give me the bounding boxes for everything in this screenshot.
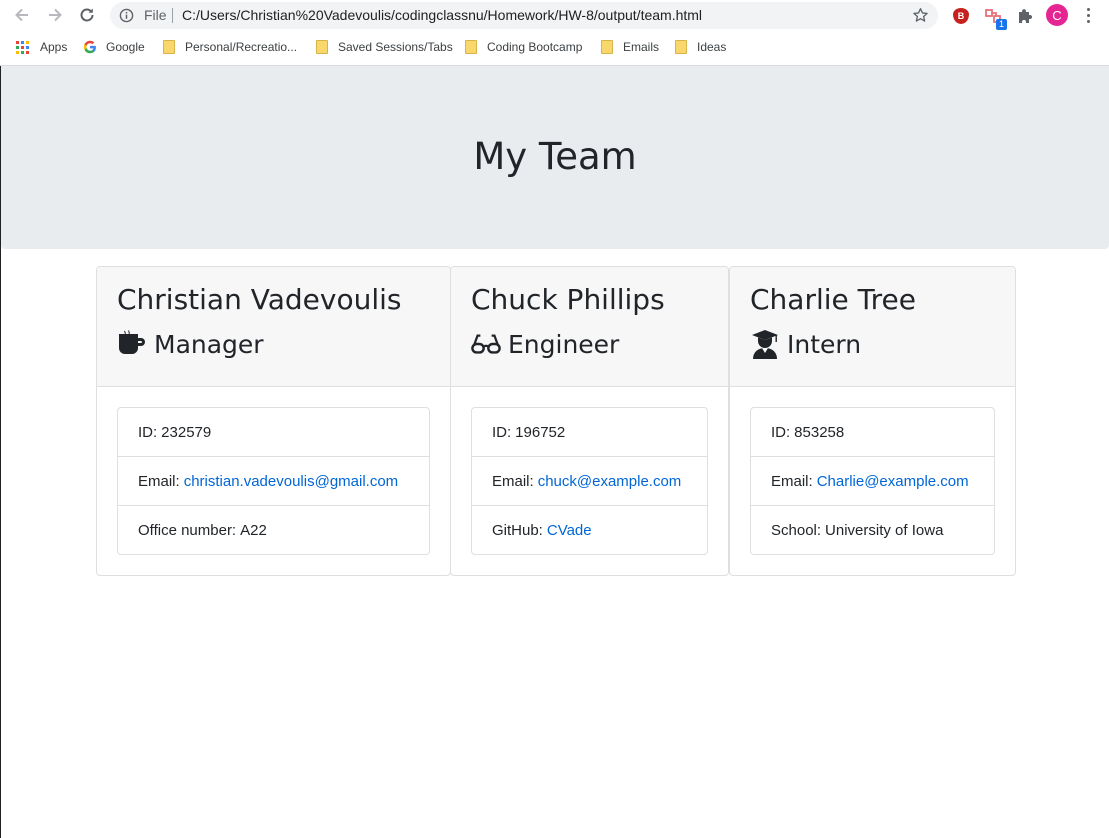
email-label: Email: [138,472,180,490]
employee-name: Chuck Phillips [471,283,665,316]
forward-arrow-icon [49,8,62,22]
bookmark-personal-recreation[interactable]: Personal/Recreatio... [163,38,297,56]
bookmarks-bar: Apps Google Personal/Recreatio... Saved … [0,34,1109,60]
bookmark-label: Personal/Recreatio... [185,40,298,54]
role-label: Intern [787,329,862,359]
email-link[interactable]: christian.vadevoulis@gmail.com [184,473,398,490]
list-item-id: ID: 853258 [751,408,994,457]
card-header: Charlie Tree Intern [730,267,1015,387]
puzzle-icon [1019,9,1033,23]
list-item-email: Email: chuck@example.com [472,457,707,506]
browser-toolbar: File C:/Users/Christian%20Vadevoulis/cod… [0,0,1109,31]
bookmark-apps[interactable]: Apps [16,38,67,56]
email-label: Email: [492,472,534,490]
bitwarden-shield-icon: B [953,8,969,24]
email-label: Email: [771,472,813,490]
list-item-id: ID: 232579 [118,408,429,457]
employee-card-engineer: Chuck Phillips Engineer ID: 196752 Email… [450,266,729,576]
employee-role: Intern [750,326,1015,362]
employee-role: Manager [117,326,450,362]
email-link[interactable]: Charlie@example.com [817,473,969,490]
extensions-menu-button[interactable] [1015,6,1035,26]
url-text[interactable]: C:/Users/Christian%20Vadevoulis/codingcl… [182,7,702,23]
omnibox-divider [172,8,173,23]
profile-avatar[interactable]: C [1046,4,1068,26]
id-label: ID: [492,423,512,441]
reload-button[interactable] [76,4,98,26]
google-icon [83,40,96,54]
bookmark-label: Saved Sessions/Tabs [338,40,453,54]
folder-icon [465,40,477,54]
id-label: ID: [138,423,158,441]
browser-menu-icon[interactable] [1080,5,1096,25]
employee-role: Engineer [471,326,728,362]
office-number-value: A22 [240,521,267,539]
list-item-school: School: University of Iowa [751,506,994,554]
bookmark-label: Google [106,40,145,54]
list-item-email: Email: christian.vadevoulis@gmail.com [118,457,429,506]
page-title: My Team [473,135,637,178]
address-bar[interactable]: File C:/Users/Christian%20Vadevoulis/cod… [110,2,938,29]
folder-icon [316,40,328,54]
role-label: Engineer [508,329,620,359]
role-label: Manager [154,329,264,359]
employee-details-list: ID: 853258 Email: Charlie@example.com Sc… [750,407,995,555]
forward-button[interactable] [44,4,66,26]
glasses-icon [471,329,501,359]
graduate-icon [750,329,780,359]
bookmark-coding-bootcamp[interactable]: Coding Bootcamp [465,38,582,56]
mug-icon [117,329,147,359]
bookmark-saved-sessions[interactable]: Saved Sessions/Tabs [316,38,453,56]
card-header: Chuck Phillips Engineer [451,267,728,387]
school-value: University of Iowa [825,521,944,539]
bookmark-label: Ideas [697,40,727,54]
bookmark-label: Emails [623,40,660,54]
url-scheme-label: File [144,7,167,23]
folder-icon [601,40,613,54]
id-value: 232579 [161,423,212,441]
reload-icon [80,8,94,22]
school-label: School: [771,521,822,539]
bookmark-star-icon[interactable] [912,7,929,24]
list-item-github: GitHub: CVade [472,506,707,554]
office-number-label: Office number: [138,521,237,539]
employee-name: Christian Vadevoulis [117,283,402,316]
folder-icon [675,40,687,54]
list-item-id: ID: 196752 [472,408,707,457]
list-item-office-number: Office number: A22 [118,506,429,554]
employee-card-intern: Charlie Tree Intern ID: 853258 Email: Ch… [729,266,1016,576]
info-icon[interactable] [119,8,134,23]
card-header: Christian Vadevoulis Manager [97,267,450,387]
id-label: ID: [771,423,791,441]
list-item-email: Email: Charlie@example.com [751,457,994,506]
employee-card-manager: Christian Vadevoulis Manager ID: 232579 … [96,266,451,576]
employee-details-list: ID: 196752 Email: chuck@example.com GitH… [471,407,708,555]
back-arrow-icon [15,8,28,22]
id-value: 196752 [515,423,566,441]
extension-badge: 1 [995,19,1007,30]
bitwarden-extension[interactable]: B [951,6,971,26]
github-label: GitHub: [492,521,543,539]
extension-with-badge[interactable]: 1 [984,6,1007,30]
email-link[interactable]: chuck@example.com [538,473,682,490]
bookmark-label: Coding Bootcamp [487,40,583,54]
folder-icon [163,40,175,54]
bookmark-ideas[interactable]: Ideas [675,38,726,56]
apps-grid-icon [16,40,29,54]
back-button[interactable] [11,4,33,26]
bookmark-label: Apps [40,40,68,54]
bookmark-emails[interactable]: Emails [601,38,659,56]
page-header: My Team [1,66,1109,249]
id-value: 853258 [794,423,845,441]
employee-name: Charlie Tree [750,283,916,316]
employee-details-list: ID: 232579 Email: christian.vadevoulis@g… [117,407,430,555]
bookmark-google[interactable]: Google [83,38,145,56]
github-link[interactable]: CVade [547,522,592,539]
